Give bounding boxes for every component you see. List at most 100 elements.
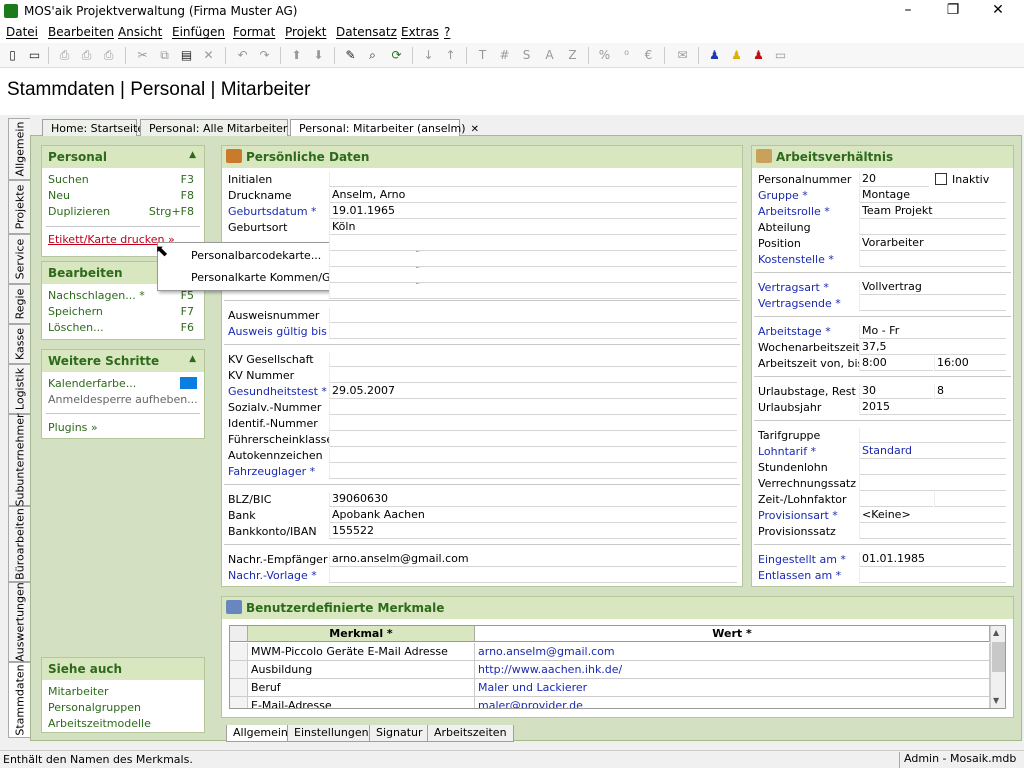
collapse-icon[interactable]: ▲	[189, 150, 196, 160]
arbeitsrolle-field[interactable]: Team Projekt	[859, 204, 1006, 219]
format-z-icon[interactable]: Z	[564, 47, 581, 64]
action-kalenderfarbe[interactable]: Kalenderfarbe...	[48, 377, 136, 390]
zeitlohnfaktor-field[interactable]	[859, 492, 933, 507]
menu-format[interactable]: Format	[233, 25, 275, 39]
column-header-wert[interactable]: Wert *	[475, 626, 990, 642]
text-format-icon[interactable]: T	[474, 47, 491, 64]
number-format-icon[interactable]: #	[496, 47, 513, 64]
table-scrollbar[interactable]: ▲ ▼	[990, 626, 1005, 708]
format-s-icon[interactable]: S	[518, 47, 535, 64]
print-setup-icon[interactable]: ⎙	[100, 47, 117, 64]
decimal-icon[interactable]: ⁰	[618, 47, 635, 64]
collapse-icon[interactable]: ▲	[189, 354, 196, 364]
vertragsart-field[interactable]: Vollvertrag	[859, 280, 1006, 295]
column-header-merkmal[interactable]: Merkmal *	[248, 626, 475, 642]
menu-ansicht[interactable]: Ansicht	[118, 25, 162, 39]
refresh-icon[interactable]: ⟳	[388, 47, 405, 64]
folder-icon[interactable]: ▭	[772, 47, 789, 64]
tab-signatur[interactable]: Signatur	[369, 725, 430, 742]
arbeitszeit-bis-field[interactable]: 16:00	[934, 356, 1006, 371]
print-icon[interactable]: ⎙	[56, 47, 73, 64]
sort-desc-icon[interactable]: ↑	[442, 47, 459, 64]
row-header[interactable]	[230, 661, 248, 679]
kv_gesellschaft-field[interactable]	[329, 352, 737, 367]
calendar-color-swatch[interactable]	[180, 377, 197, 389]
hidden-field[interactable]	[329, 236, 737, 251]
open-folder-icon[interactable]: ▭	[26, 47, 43, 64]
kv_nummer-field[interactable]	[329, 368, 737, 383]
tab-home-startseite[interactable]: Home: Startseite	[42, 119, 144, 136]
row-header[interactable]	[230, 697, 248, 708]
link-personalgruppen[interactable]: Personalgruppen	[48, 701, 141, 714]
identif-field[interactable]	[329, 416, 737, 431]
row-header[interactable]	[230, 679, 248, 697]
action-duplizieren[interactable]: Duplizieren	[48, 205, 110, 218]
link-mitarbeiter[interactable]: Mitarbeiter	[48, 685, 109, 698]
edit-pen-icon[interactable]: ✎	[342, 47, 359, 64]
gesundheitstest-field[interactable]: 29.05.2007	[329, 384, 737, 399]
inaktiv-checkbox[interactable]	[935, 173, 947, 185]
vtab-regie[interactable]: Regie	[8, 284, 30, 324]
provisionsart-field[interactable]: <Keine>	[859, 508, 1006, 523]
menu-datensatz[interactable]: Datensatz	[336, 25, 397, 39]
hidden-field[interactable]	[329, 268, 737, 283]
urlaubstage-rest-field[interactable]: 8	[934, 384, 1006, 399]
menu-einfuegen[interactable]: Einfügen	[172, 25, 225, 39]
zeitlohnfaktor-field-2[interactable]	[934, 492, 1006, 507]
nachr_vorlage-field[interactable]	[329, 568, 737, 583]
nachr_empfaenger-field[interactable]: arno.anselm@gmail.com	[329, 552, 737, 567]
hidden-field[interactable]	[329, 252, 737, 267]
vtab-service[interactable]: Service	[8, 234, 30, 284]
action-anmeldesperre[interactable]: Anmeldesperre aufheben...	[48, 393, 198, 406]
menu-projekt[interactable]: Projekt	[285, 25, 326, 39]
currency-icon[interactable]: €	[640, 47, 657, 64]
vtab-projekte[interactable]: Projekte	[8, 180, 30, 234]
merkmal-cell[interactable]: Ausbildung	[248, 661, 475, 679]
autokennzeichen-field[interactable]	[329, 448, 737, 463]
bankkonto-field[interactable]: 155522	[329, 524, 737, 539]
urlaubsjahr-field[interactable]: 2015	[859, 400, 1006, 415]
initialen-field[interactable]	[329, 172, 737, 187]
delete-icon[interactable]: ✕	[200, 47, 217, 64]
arbeitstage-field[interactable]: Mo - Fr	[859, 324, 1006, 339]
merkmal-cell[interactable]: MWM-Piccolo Geräte E-Mail Adresse	[248, 643, 475, 661]
druckname-field[interactable]: Anselm, Arno	[329, 188, 737, 203]
print-preview-icon[interactable]: ⎙	[78, 47, 95, 64]
action-neu[interactable]: Neu	[48, 189, 70, 202]
vtab-subunternehmer[interactable]: Subunternehmer	[8, 413, 30, 507]
geburtsort-field[interactable]: Köln	[329, 220, 737, 235]
action-loeschen[interactable]: Löschen...	[48, 321, 104, 334]
kostenstelle-field[interactable]	[859, 252, 1006, 267]
merkmal-cell[interactable]: Beruf	[248, 679, 475, 697]
personalnummer-field[interactable]: 20	[859, 172, 929, 187]
sort-asc-icon[interactable]: ↓	[420, 47, 437, 64]
redo-icon[interactable]: ↷	[256, 47, 273, 64]
menu-extras[interactable]: Extras	[401, 25, 439, 39]
action-suchen[interactable]: Suchen	[48, 173, 89, 186]
verrechnungssatz-field[interactable]	[859, 476, 1006, 491]
wert-cell[interactable]: arno.anselm@gmail.com	[475, 643, 990, 661]
vtab-auswertungen[interactable]: Auswertungen	[8, 582, 30, 662]
undo-icon[interactable]: ↶	[234, 47, 251, 64]
vtab-logistik[interactable]: Logistik	[8, 364, 30, 414]
wochenarbeitszeit-field[interactable]: 37,5	[859, 340, 1006, 355]
scroll-down-icon[interactable]: ▼	[993, 696, 999, 705]
close-tab-icon[interactable]: ✕	[471, 124, 479, 135]
action-plugins[interactable]: Plugins »	[48, 421, 98, 434]
wert-cell[interactable]: http://www.aachen.ihk.de/	[475, 661, 990, 679]
maximize-button[interactable]: ❐	[938, 2, 968, 20]
close-window-button[interactable]: ✕	[983, 2, 1013, 20]
link-arbeitszeitmodelle[interactable]: Arbeitszeitmodelle	[48, 717, 151, 730]
menu-personalbarcodekarte[interactable]: Personalbarcodekarte...	[191, 249, 321, 262]
action-speichern[interactable]: Speichern	[48, 305, 103, 318]
search-icon[interactable]: ⌕	[364, 47, 381, 64]
entlassen-field[interactable]	[859, 568, 1006, 583]
user-red-icon[interactable]: ♟	[750, 47, 767, 64]
cut-icon[interactable]: ✂	[134, 47, 151, 64]
mail-icon[interactable]: ✉	[674, 47, 691, 64]
merkmal-cell[interactable]: E-Mail-Adresse	[248, 697, 475, 708]
ausweisnummer-field[interactable]	[329, 308, 737, 323]
geburtsdatum-field[interactable]: 19.01.1965	[329, 204, 737, 219]
percent-icon[interactable]: %	[596, 47, 613, 64]
arrow-up-icon[interactable]: ⬆	[288, 47, 305, 64]
